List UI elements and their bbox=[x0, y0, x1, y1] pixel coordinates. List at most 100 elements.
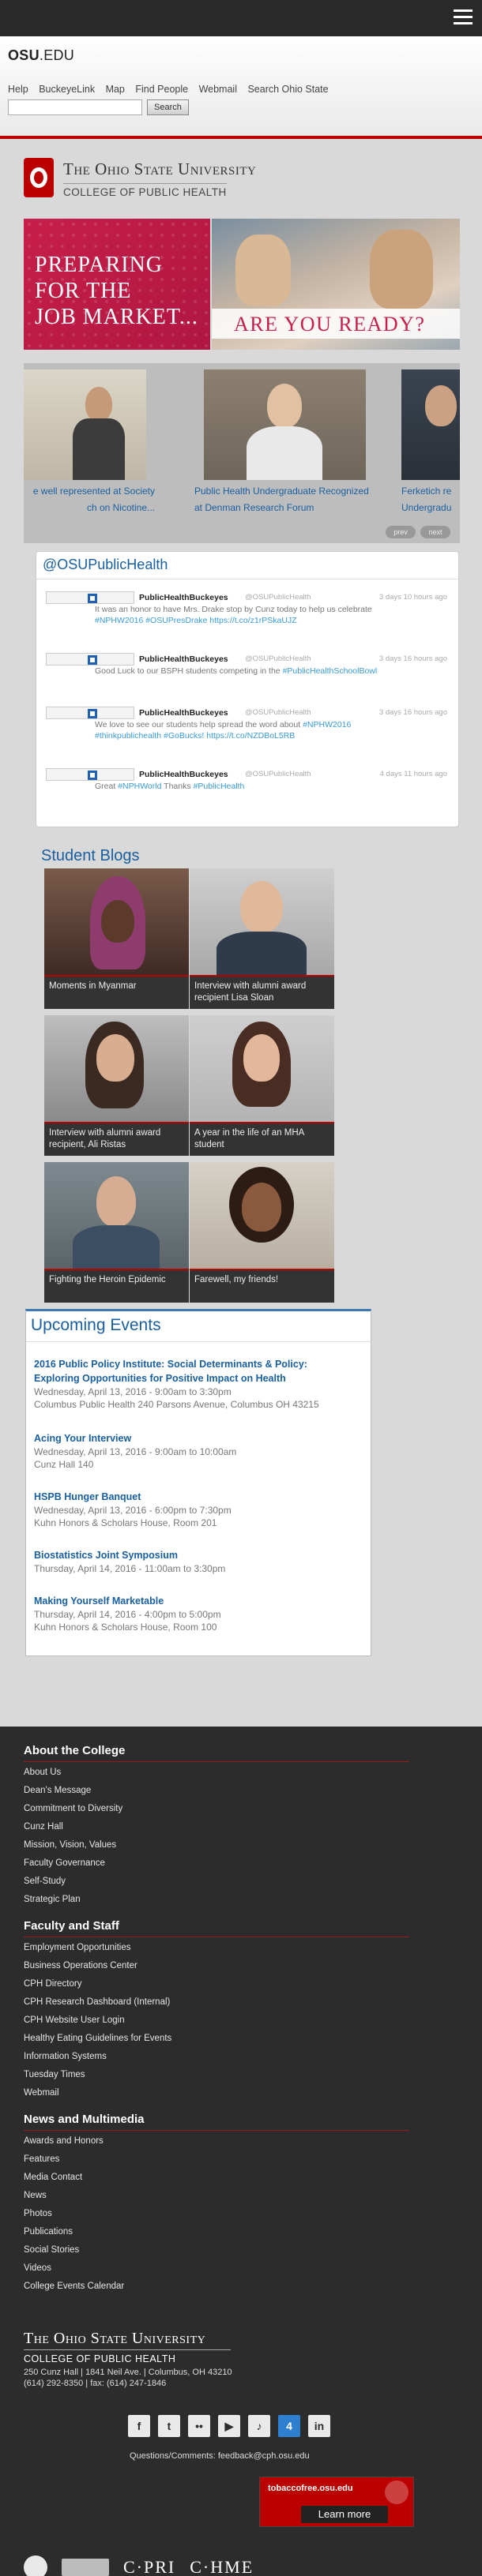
tweet-handle[interactable]: @OSUPublicHealth bbox=[245, 654, 311, 663]
events-title[interactable]: Upcoming Events bbox=[31, 1316, 161, 1335]
flickr-icon[interactable]: •• bbox=[188, 2415, 210, 2437]
chme-logo[interactable]: C·HME bbox=[190, 2557, 254, 2576]
college-name[interactable]: COLLEGE OF PUBLIC HEALTH bbox=[63, 183, 227, 198]
blog-caption[interactable]: Interview with alumni award recipient Li… bbox=[190, 975, 334, 1009]
slide-caption[interactable]: e well represented at Society ch on Nico… bbox=[24, 480, 160, 519]
tweet-link[interactable]: #PublicHealthSchoolBowl bbox=[283, 666, 378, 676]
footer-link[interactable]: Information Systems bbox=[24, 2052, 107, 2061]
facebook-icon[interactable]: f bbox=[128, 2415, 150, 2437]
carousel-slide[interactable]: Public Health Undergraduate Recognized a… bbox=[190, 369, 379, 519]
accreditation-badge[interactable] bbox=[24, 2555, 47, 2576]
university-name[interactable]: The Ohio State University bbox=[63, 159, 256, 179]
twitter-feed-title[interactable]: @OSUPublicHealth bbox=[43, 557, 168, 573]
tweet-handle[interactable]: @OSUPublicHealth bbox=[245, 708, 311, 717]
blog-card[interactable]: Moments in Myanmar bbox=[44, 868, 189, 1009]
footer-link[interactable]: CPH Website User Login bbox=[24, 2015, 125, 2025]
student-blogs-title[interactable]: Student Blogs bbox=[41, 847, 140, 865]
tweet-author[interactable]: PublicHealthBuckeyes bbox=[139, 654, 228, 664]
tweet-avatar[interactable] bbox=[46, 768, 134, 781]
hero-banner[interactable]: PREPARING FOR THE JOB MARKET... ARE YOU … bbox=[24, 219, 460, 350]
footer-link[interactable]: Mission, Vision, Values bbox=[24, 1840, 116, 1850]
footer-link[interactable]: Awards and Honors bbox=[24, 2136, 104, 2146]
footer-link[interactable]: Features bbox=[24, 2154, 59, 2164]
footer-section-title[interactable]: News and Multimedia bbox=[24, 2113, 145, 2126]
blog-caption[interactable]: Fighting the Heroin Epidemic bbox=[44, 1269, 189, 1303]
carousel-prev-button[interactable]: prev bbox=[386, 526, 416, 538]
carousel-slide[interactable]: e well represented at Society ch on Nico… bbox=[24, 369, 160, 519]
footer-link[interactable]: Healthy Eating Guidelines for Events bbox=[24, 2034, 171, 2043]
footer-link[interactable]: Publications bbox=[24, 2227, 73, 2237]
cpri-logo[interactable]: C·PRI bbox=[123, 2557, 175, 2576]
twitter-icon[interactable]: t bbox=[158, 2415, 180, 2437]
carousel-slide[interactable]: Ferketich re Undergradu bbox=[401, 369, 460, 519]
tweet-author[interactable]: PublicHealthBuckeyes bbox=[139, 770, 228, 779]
footer-link[interactable]: Videos bbox=[24, 2263, 51, 2273]
footer-link[interactable]: CPH Directory bbox=[24, 1979, 81, 1989]
footer-link[interactable]: Self-Study bbox=[24, 1877, 66, 1886]
event-title[interactable]: 2016 Public Policy Institute: Social Det… bbox=[34, 1357, 366, 1385]
osu-link-help[interactable]: Help bbox=[8, 84, 28, 95]
footer-link[interactable]: Commitment to Diversity bbox=[24, 1804, 122, 1813]
tweet-time[interactable]: 4 days 11 hours ago bbox=[380, 770, 447, 778]
event-title[interactable]: Biostatistics Joint Symposium bbox=[34, 1548, 366, 1562]
tobacco-free-banner[interactable]: tobaccofree.osu.edu Learn more bbox=[259, 2477, 414, 2527]
osu-link-map[interactable]: Map bbox=[106, 84, 125, 95]
tweet-time[interactable]: 3 days 16 hours ago bbox=[379, 708, 447, 717]
blog-caption[interactable]: Interview with alumni award recipient, A… bbox=[44, 1122, 189, 1156]
slide-caption[interactable]: Public Health Undergraduate Recognized a… bbox=[190, 480, 379, 519]
tweet-link[interactable]: #NPHWorld bbox=[118, 782, 161, 791]
footer-contact[interactable]: Questions/Comments: feedback@cph.osu.edu bbox=[130, 2451, 310, 2461]
footer-link[interactable]: CPH Research Dashboard (Internal) bbox=[24, 1997, 170, 2007]
footer-link[interactable]: Faculty Governance bbox=[24, 1858, 105, 1868]
tweet-author[interactable]: PublicHealthBuckeyes bbox=[139, 708, 228, 718]
footer-link[interactable]: About Us bbox=[24, 1768, 61, 1777]
osu-link-search[interactable]: Search Ohio State bbox=[247, 84, 328, 95]
blog-caption[interactable]: Moments in Myanmar bbox=[44, 975, 189, 1009]
event-title[interactable]: HSPB Hunger Banquet bbox=[34, 1490, 366, 1504]
osu-link-find-people[interactable]: Find People bbox=[135, 84, 188, 95]
tweet-handle[interactable]: @OSUPublicHealth bbox=[245, 593, 311, 602]
linkedin-icon[interactable]: in bbox=[308, 2415, 330, 2437]
footer-university-name[interactable]: The Ohio State University bbox=[24, 2330, 205, 2348]
footer-link[interactable]: Tuesday Times bbox=[24, 2070, 85, 2079]
footer-link[interactable]: College Events Calendar bbox=[24, 2282, 124, 2291]
blog-card[interactable]: Interview with alumni award recipient, A… bbox=[44, 1015, 189, 1156]
podcast-icon[interactable]: ♪ bbox=[248, 2415, 270, 2437]
blog-card[interactable]: Farewell, my friends! bbox=[190, 1162, 334, 1303]
tweet-avatar[interactable] bbox=[46, 591, 134, 604]
footer-link[interactable]: Business Operations Center bbox=[24, 1961, 137, 1970]
event-title[interactable]: Making Yourself Marketable bbox=[34, 1594, 366, 1608]
search-input[interactable] bbox=[8, 99, 142, 115]
tweet-link[interactable]: #NPHW2016 #OSUPresDrake https://t.co/z1r… bbox=[95, 615, 447, 626]
blog-card[interactable]: Fighting the Heroin Epidemic bbox=[44, 1162, 189, 1303]
tweet-author[interactable]: PublicHealthBuckeyes bbox=[139, 593, 228, 602]
footer-college-name[interactable]: COLLEGE OF PUBLIC HEALTH bbox=[24, 2353, 175, 2364]
footer-link[interactable]: News bbox=[24, 2191, 47, 2200]
menu-icon[interactable] bbox=[454, 9, 473, 25]
footer-link[interactable]: Webmail bbox=[24, 2088, 59, 2098]
osu-link-buckeyelink[interactable]: BuckeyeLink bbox=[39, 84, 95, 95]
youtube-icon[interactable]: ▶ bbox=[218, 2415, 240, 2437]
footer-link[interactable]: Cunz Hall bbox=[24, 1822, 63, 1832]
footer-section-title[interactable]: About the College bbox=[24, 1744, 125, 1757]
partner-logo-placeholder[interactable] bbox=[62, 2559, 109, 2576]
blog-card[interactable]: Interview with alumni award recipient Li… bbox=[190, 868, 334, 1009]
footer-link[interactable]: Media Contact bbox=[24, 2173, 82, 2182]
blog-caption[interactable]: Farewell, my friends! bbox=[190, 1269, 334, 1303]
tweet-avatar[interactable] bbox=[46, 653, 134, 666]
osu-link-webmail[interactable]: Webmail bbox=[199, 84, 237, 95]
footer-section-title[interactable]: Faculty and Staff bbox=[24, 1919, 119, 1933]
osu-block-o-logo[interactable] bbox=[24, 158, 54, 197]
blog-caption[interactable]: A year in the life of an MHA student bbox=[190, 1122, 334, 1156]
footer-link[interactable]: Strategic Plan bbox=[24, 1895, 81, 1904]
event-title[interactable]: Acing Your Interview bbox=[34, 1431, 366, 1445]
footer-link[interactable]: Employment Opportunities bbox=[24, 1943, 131, 1952]
foursquare-icon[interactable]: 4 bbox=[278, 2415, 300, 2437]
footer-link[interactable]: Photos bbox=[24, 2209, 52, 2218]
carousel-next-button[interactable]: next bbox=[420, 526, 450, 538]
tweet-time[interactable]: 3 days 10 hours ago bbox=[379, 593, 447, 602]
blog-card[interactable]: A year in the life of an MHA student bbox=[190, 1015, 334, 1156]
footer-link[interactable]: Dean's Message bbox=[24, 1786, 91, 1795]
tweet-link[interactable]: #PublicHealth bbox=[194, 782, 245, 791]
slide-caption[interactable]: Ferketich re Undergradu bbox=[401, 480, 460, 519]
